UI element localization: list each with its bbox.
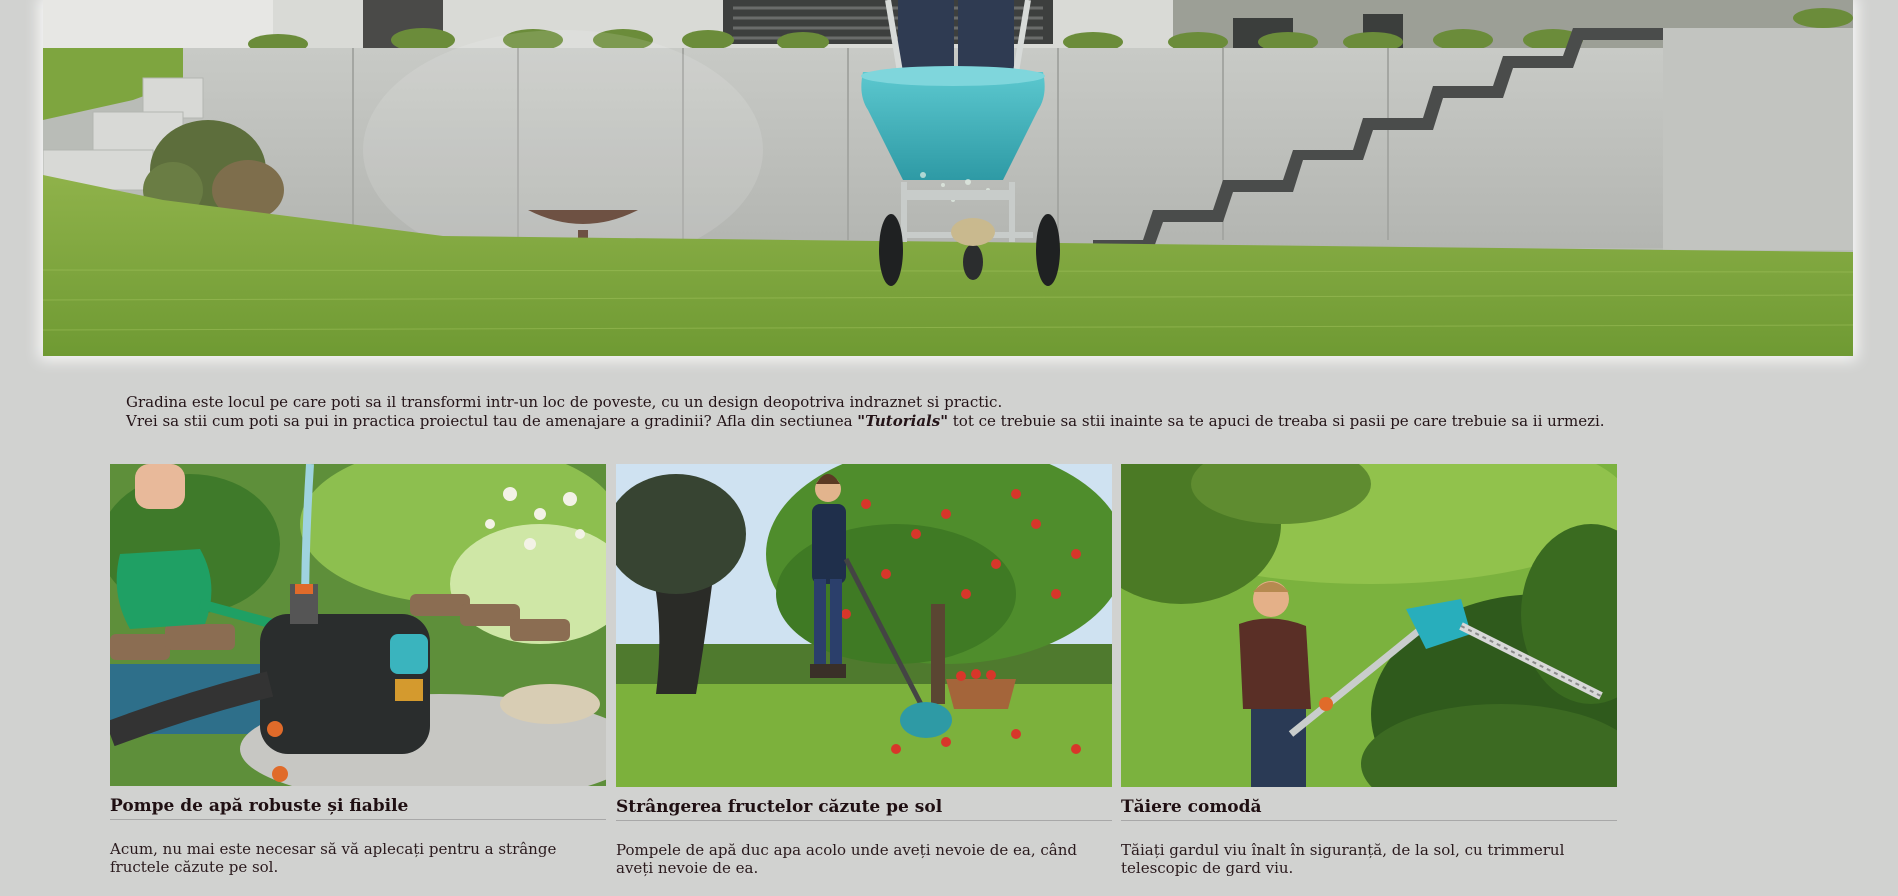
- hero-banner-image: [43, 0, 1853, 356]
- hedge-trimmer-illustration: [1121, 464, 1617, 787]
- feature-card-fruit-collector[interactable]: Strângerea fructelor căzute pe sol Pompe…: [616, 464, 1112, 877]
- intro-line-2-end: tot ce trebuie sa stii inainte sa te apu…: [948, 412, 1605, 430]
- intro-line-2-start: Vrei sa stii cum poti sa pui in practica…: [126, 412, 858, 430]
- card-title[interactable]: Strângerea fructelor căzute pe sol: [616, 787, 1112, 821]
- card-image-fruit-collector[interactable]: [616, 464, 1112, 787]
- card-title[interactable]: Pompe de apă robuste și fiabile: [110, 786, 606, 820]
- feature-card-pump[interactable]: Pompe de apă robuste și fiabile Acum, nu…: [110, 464, 606, 876]
- feature-card-hedge-trimmer[interactable]: Tăiere comodă Tăiați gardul viu înalt în…: [1121, 464, 1617, 877]
- card-description: Pompele de apă duc apa acolo unde aveți …: [616, 841, 1077, 877]
- tutorials-link[interactable]: "Tutorials": [857, 412, 948, 430]
- card-image-hedge-trimmer[interactable]: [1121, 464, 1617, 787]
- card-title[interactable]: Tăiere comodă: [1121, 787, 1617, 821]
- intro-line-1: Gradina este locul pe care poti sa il tr…: [126, 393, 1003, 411]
- water-pump-illustration: [110, 464, 606, 786]
- intro-line-2: Vrei sa stii cum poti sa pui in practica…: [126, 412, 1726, 431]
- card-description: Acum, nu mai este necesar să vă aplecați…: [110, 840, 557, 876]
- card-image-water-pump[interactable]: [110, 464, 606, 786]
- fruit-collector-illustration: [616, 464, 1112, 787]
- intro-text: Gradina este locul pe care poti sa il tr…: [126, 393, 1726, 431]
- hero-illustration: [43, 0, 1853, 356]
- card-description: Tăiați gardul viu înalt în siguranță, de…: [1121, 841, 1565, 877]
